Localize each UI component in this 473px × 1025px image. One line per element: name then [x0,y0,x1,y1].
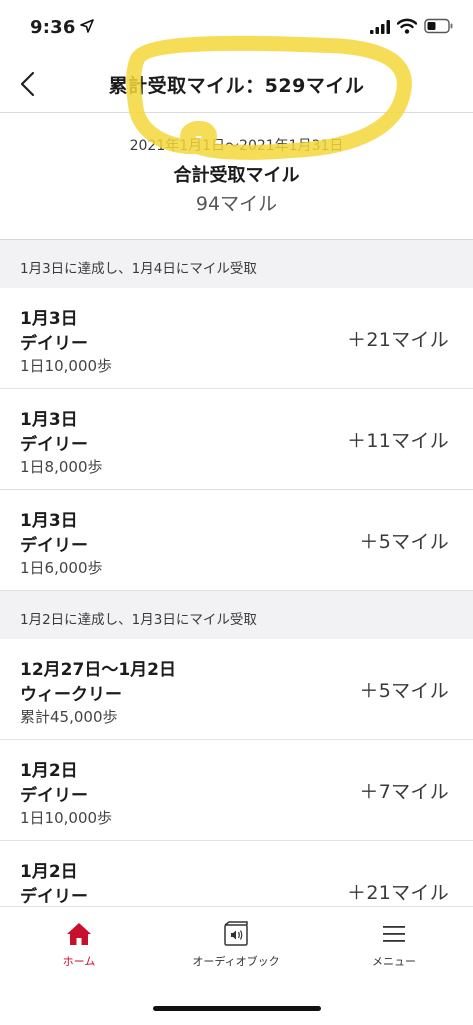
list-item[interactable]: 1月3日 デイリー 1日6,000歩 ＋5マイル [0,490,473,591]
summary-panel: 2021年1月1日〜2021年1月31日 合計受取マイル 94マイル [0,113,473,240]
list-item[interactable]: 1月3日 デイリー 1日8,000歩 ＋11マイル [0,389,473,490]
item-condition: 1日8,000歩 [20,458,103,476]
section-header: 1月3日に達成し、1月4日にマイル受取 [0,240,473,288]
home-icon [67,923,91,945]
navigation-bar: 累計受取マイル：529マイル [0,56,473,113]
item-type: デイリー [20,435,88,455]
battery-icon [424,18,453,34]
item-date: 1月2日 [20,761,78,781]
item-condition: 1日10,000歩 [20,357,113,375]
item-miles: ＋21マイル [347,882,449,904]
list-item[interactable]: 1月2日 デイリー 1日10,000歩 ＋7マイル [0,740,473,841]
mileage-list[interactable]: 1月3日に達成し、1月4日にマイル受取 1月3日 デイリー 1日10,000歩 … [0,240,473,906]
item-date: 12月27日〜1月2日 [20,660,176,680]
wifi-icon [397,18,417,34]
item-miles: ＋5マイル [359,531,449,553]
item-date: 1月3日 [20,410,78,430]
tab-menu[interactable]: メニュー [334,921,454,981]
page-title: 累計受取マイル：529マイル [108,75,365,97]
summary-value: 94マイル [195,193,278,215]
list-item[interactable]: 1月2日 デイリー ＋21マイル [0,841,473,906]
tab-audiobook[interactable]: オーディオブック [176,921,296,981]
section-header: 1月2日に達成し、1月3日にマイル受取 [0,591,473,639]
item-type: デイリー [20,334,88,354]
item-miles: ＋21マイル [347,329,449,351]
item-date: 1月3日 [20,309,78,329]
tab-label-home: ホーム [62,955,96,968]
summary-period: 2021年1月1日〜2021年1月31日 [129,138,344,154]
tab-label-audiobook: オーディオブック [192,955,280,968]
status-time: 9:36 [30,17,76,38]
status-bar: 9:36 [0,0,473,56]
item-miles: ＋5マイル [359,680,449,702]
tab-label-menu: メニュー [372,955,416,968]
summary-title: 合計受取マイル [173,165,300,186]
item-type: デイリー [20,536,88,556]
location-arrow-icon [80,19,94,33]
list-item[interactable]: 1月3日 デイリー 1日10,000歩 ＋21マイル [0,288,473,389]
item-date: 1月2日 [20,862,78,882]
item-miles: ＋7マイル [359,781,449,803]
item-type: デイリー [20,786,88,806]
audiobook-icon [224,921,248,946]
menu-icon [383,926,405,942]
item-date: 1月3日 [20,511,78,531]
list-item[interactable]: 12月27日〜1月2日 ウィークリー 累計45,000歩 ＋5マイル [0,639,473,740]
item-condition: 1日10,000歩 [20,809,113,827]
item-type: デイリー [20,887,88,906]
cellular-signal-icon [370,20,390,34]
tab-home[interactable]: ホーム [19,921,139,981]
home-indicator [153,1006,321,1011]
item-condition: 累計45,000歩 [20,708,118,726]
item-type: ウィークリー [20,685,122,705]
item-condition: 1日6,000歩 [20,559,103,577]
item-miles: ＋11マイル [347,430,449,452]
